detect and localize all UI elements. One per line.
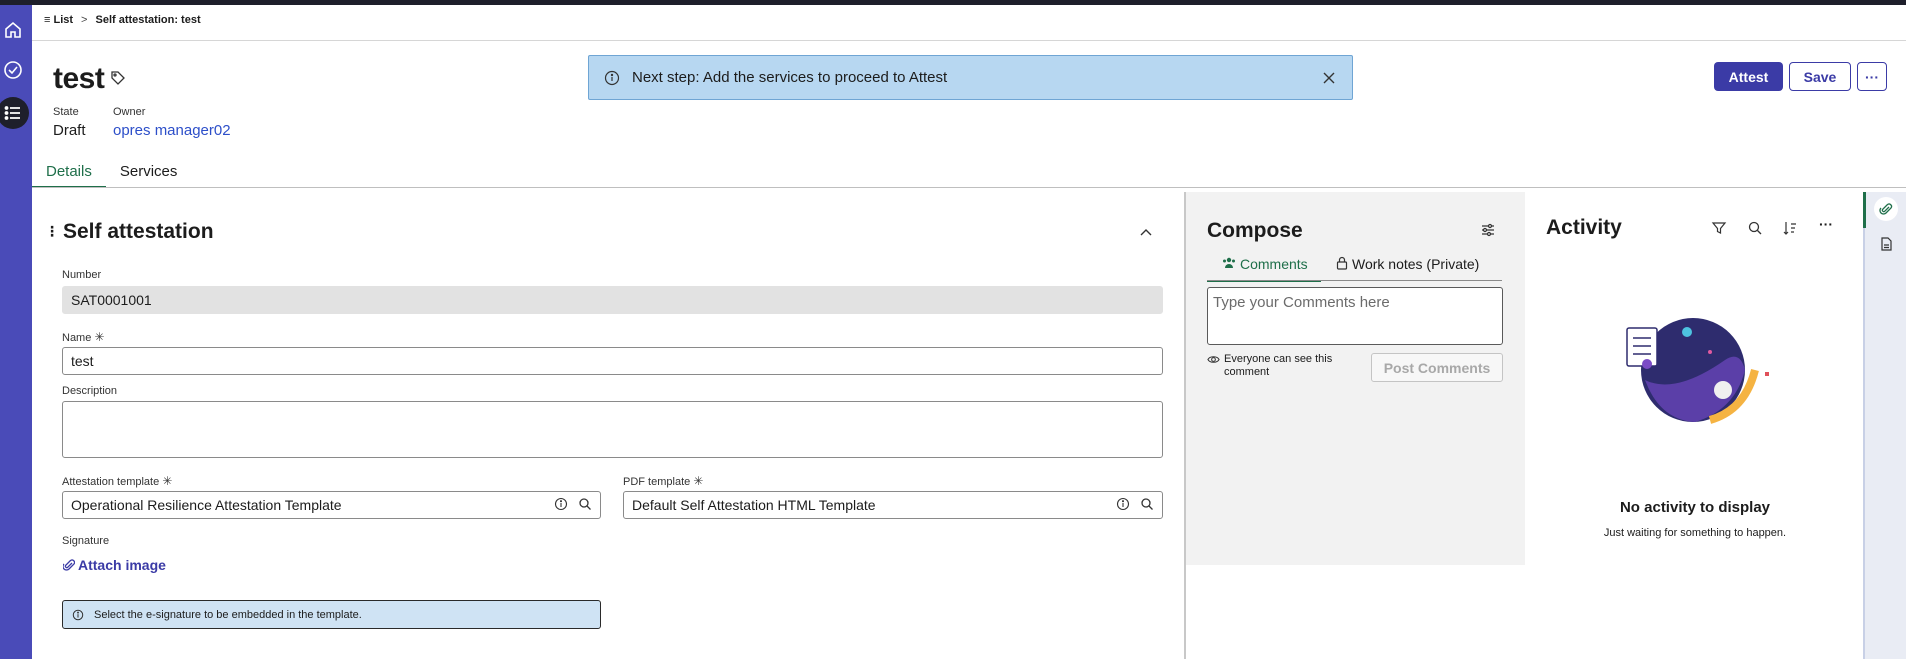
number-label: Number	[62, 269, 102, 281]
eye-icon	[1207, 356, 1220, 363]
top-bar	[0, 0, 1906, 5]
required-icon: ✳	[94, 330, 105, 344]
header-divider	[32, 40, 1906, 41]
rail-active-indicator	[1863, 192, 1866, 228]
breadcrumb-current: Self attestation: test	[95, 14, 201, 26]
tab-comments-label: Comments	[1240, 256, 1308, 272]
attach-image-link[interactable]: Attach image	[63, 557, 166, 573]
chevron-up-icon[interactable]	[1138, 224, 1154, 240]
paperclip-icon[interactable]	[1874, 197, 1898, 221]
post-comments-button[interactable]: Post Comments	[1371, 353, 1503, 382]
signature-note-text: Select the e-signature to be embedded in…	[94, 608, 362, 621]
section-title: Self attestation	[63, 220, 214, 243]
compose-tabs-divider	[1207, 280, 1502, 281]
tabs-divider	[32, 187, 1906, 188]
section-menu-icon[interactable]: ⋮	[45, 223, 59, 240]
sort-icon[interactable]	[1782, 220, 1798, 236]
check-circle-icon[interactable]	[0, 57, 26, 83]
settings-sliders-icon[interactable]	[1480, 222, 1496, 238]
home-icon[interactable]	[0, 17, 26, 43]
search-icon[interactable]	[1140, 497, 1154, 511]
info-icon	[72, 609, 84, 620]
activity-more-icon[interactable]: ···	[1819, 216, 1835, 232]
info-icon[interactable]	[554, 497, 568, 511]
attest-button[interactable]: Attest	[1714, 62, 1783, 91]
empty-activity-illustration	[1626, 318, 1769, 424]
breadcrumb-separator: >	[81, 14, 88, 26]
name-label: Name ✳	[62, 330, 105, 344]
attestation-template-value: Operational Resilience Attestation Templ…	[71, 497, 342, 513]
toast-message: Next step: Add the services to proceed t…	[632, 69, 948, 86]
tag-icon[interactable]	[110, 70, 126, 86]
activity-title: Activity	[1546, 216, 1622, 239]
signature-label: Signature	[62, 535, 110, 547]
comments-textarea[interactable]: Type your Comments here	[1207, 287, 1503, 345]
more-actions-button[interactable]: ···	[1857, 62, 1887, 91]
filter-icon[interactable]	[1711, 220, 1727, 236]
close-icon[interactable]	[1320, 69, 1338, 87]
pdf-template-label: PDF template ✳	[623, 474, 704, 488]
state-value: Draft	[53, 122, 86, 139]
breadcrumb-list-link[interactable]: ≡ List	[44, 14, 73, 26]
visibility-text: Everyone can see this comment	[1224, 353, 1333, 378]
pdf-template-field[interactable]: Default Self Attestation HTML Template	[623, 491, 1163, 519]
record-tabs: Details Services	[32, 160, 191, 188]
save-button[interactable]: Save	[1789, 62, 1851, 91]
attach-image-label: Attach image	[78, 557, 166, 573]
compose-title: Compose	[1207, 219, 1303, 242]
search-icon[interactable]	[578, 497, 592, 511]
attestation-template-label: Attestation template ✳	[62, 474, 173, 488]
attestation-template-field[interactable]: Operational Resilience Attestation Templ…	[62, 491, 601, 519]
tab-worknotes-label: Work notes (Private)	[1352, 256, 1480, 272]
pdf-template-value: Default Self Attestation HTML Template	[632, 497, 876, 513]
description-label: Description	[62, 385, 118, 397]
signature-note: Select the e-signature to be embedded in…	[62, 600, 601, 629]
document-icon[interactable]	[1874, 232, 1898, 256]
left-nav	[0, 5, 32, 659]
lock-icon	[1336, 256, 1348, 270]
owner-link[interactable]: opres manager02	[113, 122, 231, 139]
number-field: SAT0001001	[62, 286, 1163, 314]
paperclip-icon	[63, 559, 75, 571]
list-icon[interactable]	[0, 97, 29, 129]
breadcrumb: ≡ List > Self attestation: test	[44, 14, 201, 26]
tab-services[interactable]: Services	[106, 160, 192, 188]
info-icon[interactable]	[1116, 497, 1130, 511]
users-icon	[1223, 257, 1235, 268]
next-step-toast: Next step: Add the services to proceed t…	[588, 55, 1353, 100]
search-icon[interactable]	[1747, 220, 1763, 236]
empty-activity-title: No activity to display	[1619, 499, 1771, 516]
tab-details[interactable]: Details	[32, 160, 106, 188]
description-field[interactable]	[62, 401, 1163, 458]
tab-worknotes[interactable]: Work notes (Private)	[1336, 256, 1479, 282]
info-icon	[604, 70, 620, 85]
right-rail	[1863, 192, 1906, 659]
tab-comments[interactable]: Comments	[1207, 256, 1321, 282]
name-field[interactable]: test	[62, 347, 1163, 375]
visibility-note: Everyone can see this comment	[1207, 353, 1347, 379]
empty-activity-subtitle: Just waiting for something to happen.	[1603, 527, 1787, 539]
state-label: State	[53, 106, 79, 118]
page-title: test	[53, 62, 105, 95]
owner-label: Owner	[113, 106, 146, 118]
